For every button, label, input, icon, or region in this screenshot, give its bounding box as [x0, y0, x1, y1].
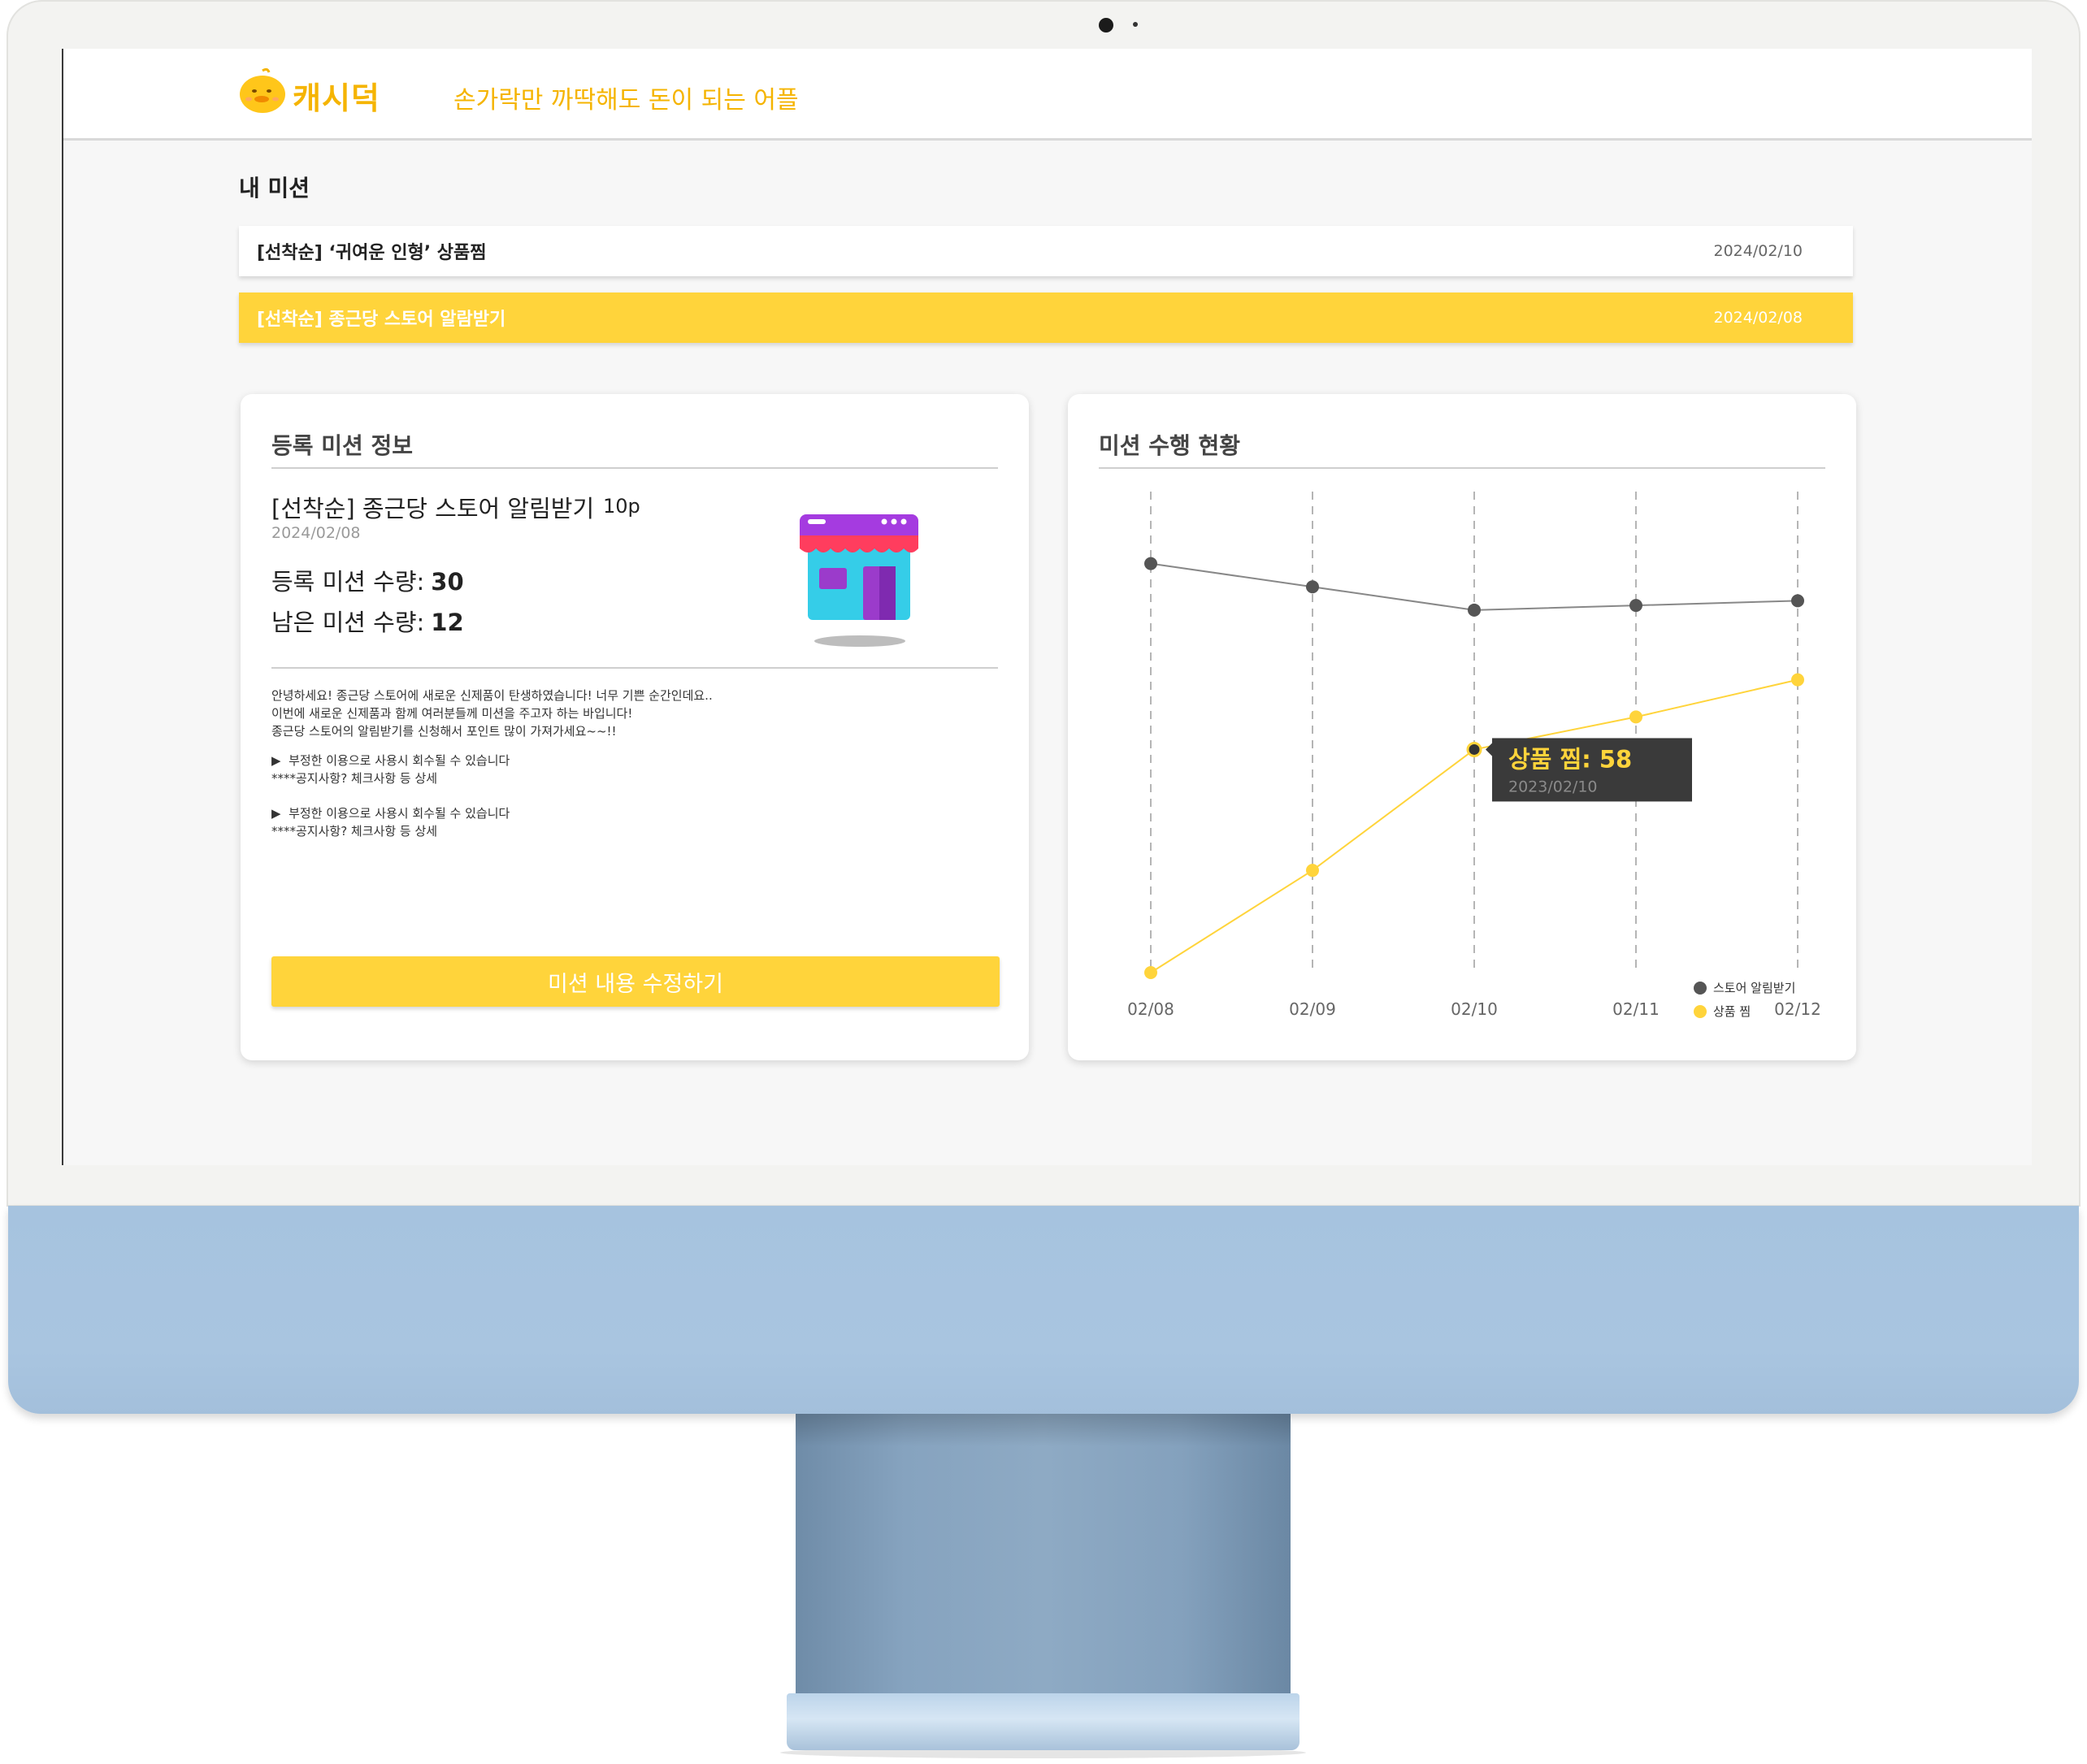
- legend-item: 상품 찜: [1694, 1003, 1751, 1020]
- chart-tooltip: 상품 찜: 58 2023/02/10: [1486, 738, 1692, 802]
- store-icon: [800, 514, 918, 647]
- x-tick-label: 02/09: [1289, 999, 1336, 1019]
- remaining-quantity-label: 남은 미션 수량:: [271, 609, 425, 636]
- registered-quantity-value: 30: [431, 568, 464, 596]
- legend-label: 스토어 알림받기: [1713, 981, 1796, 995]
- mission-notice: ▶ 부정한 이용으로 사용시 회수될 수 있습니다 ****공지사항? 체크사항…: [271, 806, 510, 839]
- registered-quantity: 등록 미션 수량: 30: [271, 563, 464, 597]
- duck-logo-icon[interactable]: [239, 68, 286, 114]
- data-point: [1306, 580, 1319, 594]
- data-point: [1144, 557, 1157, 570]
- edit-mission-button[interactable]: 미션 내용 수정하기: [271, 956, 1000, 1007]
- mission-description: 안녕하세요! 종근당 스토어에 새로운 신제품이 탄생하였습니다! 너무 기쁜 …: [271, 688, 713, 739]
- mission-status-card: 미션 수행 현황 02/08 02/09 02/10 02/11 02/12 상품 찜: …: [1068, 394, 1856, 1060]
- camera-sensor: [1133, 22, 1138, 27]
- legend-label: 상품 찜: [1713, 1004, 1751, 1019]
- mission-row-title: [선착순] 종근당 스토어 알람받기: [257, 310, 506, 330]
- data-point: [1629, 710, 1642, 724]
- legend-dot: [1694, 1004, 1707, 1018]
- divider: [271, 467, 998, 469]
- x-tick-label: 02/08: [1127, 999, 1174, 1019]
- line-chart: 02/08 02/09 02/10 02/11 02/12 상품 찜: 58 2023/02…: [1127, 492, 1821, 1019]
- data-point: [1791, 594, 1804, 608]
- highlighted-point: [1466, 741, 1482, 757]
- series-line: [1150, 678, 1798, 973]
- my-missions-title: 내 미션: [239, 175, 310, 202]
- mission-notice: ▶ 부정한 이용으로 사용시 회수될 수 있습니다 ****공지사항? 체크사항…: [271, 753, 510, 786]
- monitor-stand: [796, 1414, 1291, 1695]
- remaining-quantity-value: 12: [431, 609, 464, 636]
- camera-icon: [1099, 18, 1113, 33]
- app-header: 캐시덕 손가락만 까딱해도 돈이 되는 어플: [63, 49, 2032, 141]
- mission-row[interactable]: [선착순] ‘귀여운 인형’ 상품찜 2024/02/10: [239, 226, 1853, 276]
- tooltip-value: 상품 찜: 58: [1508, 745, 1632, 773]
- data-point: [1791, 673, 1804, 687]
- legend-dot: [1694, 981, 1707, 995]
- data-point: [1629, 599, 1642, 613]
- mission-point: 10p: [603, 495, 640, 518]
- screen: 캐시덕 손가락만 까딱해도 돈이 되는 어플 내 미션 [선착순] ‘귀여운 인…: [62, 49, 2032, 1165]
- x-tick-label: 02/12: [1774, 999, 1821, 1019]
- x-tick-label: 02/11: [1612, 999, 1660, 1019]
- data-point: [1144, 966, 1157, 979]
- remaining-quantity: 남은 미션 수량: 12: [271, 604, 464, 638]
- app-logo-text[interactable]: 캐시덕: [293, 73, 380, 118]
- data-point: [1306, 864, 1319, 878]
- mission-name: [선착순] 종근당 스토어 알림받기: [271, 495, 595, 522]
- mission-row-date: 2024/02/10: [1713, 242, 1803, 260]
- data-point: [1468, 603, 1481, 617]
- x-tick-label: 02/10: [1451, 999, 1498, 1019]
- registered-quantity-label: 등록 미션 수량:: [271, 568, 425, 596]
- monitor-foot: [787, 1693, 1299, 1750]
- mission-row-selected[interactable]: [선착순] 종근당 스토어 알람받기 2024/02/08: [239, 293, 1853, 343]
- mission-row-title: [선착순] ‘귀여운 인형’ 상품찜: [257, 243, 487, 263]
- mission-info-card: 등록 미션 정보 [선착순] 종근당 스토어 알림받기 10p 2024/02/…: [241, 394, 1029, 1060]
- mission-info-title: 등록 미션 정보: [271, 432, 414, 459]
- tooltip-date: 2023/02/10: [1508, 778, 1598, 795]
- legend-item: 스토어 알림받기: [1694, 979, 1795, 996]
- divider: [271, 667, 998, 669]
- app-tagline: 손가락만 까딱해도 돈이 되는 어플: [453, 86, 799, 115]
- mission-row-date: 2024/02/08: [1713, 309, 1803, 327]
- mission-date: 2024/02/08: [271, 524, 361, 542]
- stand-shadow: [796, 1414, 1291, 1446]
- monitor-chin: [8, 1206, 2079, 1414]
